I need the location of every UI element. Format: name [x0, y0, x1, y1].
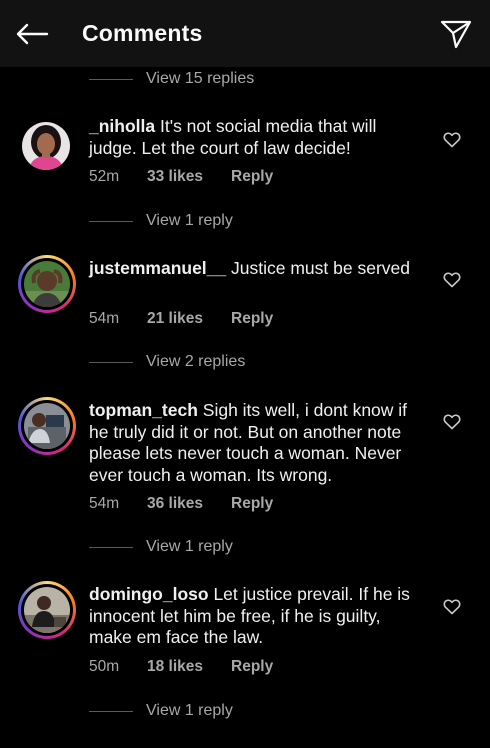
- comment-text: justemmanuel__ Justice must be served: [89, 258, 424, 280]
- arrow-left-icon: [16, 23, 49, 45]
- avatar[interactable]: [18, 255, 76, 313]
- view-replies-label: View 15 replies: [146, 70, 255, 87]
- avatar[interactable]: [18, 118, 76, 176]
- avatar[interactable]: [18, 581, 76, 639]
- view-replies-label: View 1 reply: [146, 538, 233, 555]
- comment-text: topman_tech Sigh its well, i dont know i…: [89, 400, 424, 486]
- page-title: Comments: [82, 20, 203, 46]
- reply-button[interactable]: Reply: [231, 495, 273, 513]
- likes-count[interactable]: 21 likes: [147, 310, 231, 328]
- comment-body: Justice must be served: [231, 258, 410, 278]
- view-replies-label: View 1 reply: [146, 702, 233, 719]
- like-button[interactable]: [441, 129, 463, 151]
- avatar-image: [22, 122, 70, 170]
- comment-username[interactable]: domingo_loso: [89, 584, 209, 604]
- heart-icon: [443, 132, 461, 148]
- heart-icon: [443, 414, 461, 430]
- heart-icon: [443, 272, 461, 288]
- comment-time: 54m: [89, 495, 120, 512]
- view-replies-label: View 2 replies: [146, 353, 246, 370]
- replies-divider: [89, 546, 133, 548]
- comment-text: _niholla It's not social media that will…: [89, 116, 424, 159]
- likes-count[interactable]: 18 likes: [147, 658, 231, 676]
- reply-button[interactable]: Reply: [231, 168, 273, 186]
- comment-username[interactable]: justemmanuel__: [89, 258, 226, 278]
- view-replies-link[interactable]: View 15 replies: [89, 69, 254, 89]
- avatar-image: [24, 587, 70, 633]
- back-button[interactable]: [10, 14, 54, 54]
- likes-count[interactable]: 33 likes: [147, 168, 231, 186]
- replies-divider: [89, 78, 133, 80]
- like-button[interactable]: [441, 269, 463, 291]
- comment-meta: 54m 21 likes Reply: [89, 310, 273, 328]
- comment-time: 54m: [89, 310, 120, 327]
- view-replies-link[interactable]: View 2 replies: [89, 352, 245, 372]
- comment-meta: 54m 36 likes Reply: [89, 495, 273, 513]
- likes-count[interactable]: 36 likes: [147, 495, 231, 513]
- view-replies-link[interactable]: View 1 reply: [89, 211, 233, 231]
- share-button[interactable]: [434, 12, 478, 56]
- like-button[interactable]: [441, 596, 463, 618]
- comments-header: Comments: [0, 0, 490, 67]
- replies-divider: [89, 710, 133, 712]
- comment-time: 52m: [89, 168, 120, 185]
- comment-meta: 50m 18 likes Reply: [89, 658, 273, 676]
- comment-text: domingo_loso Let justice prevail. If he …: [89, 584, 424, 649]
- paper-plane-icon: [440, 20, 472, 49]
- reply-button[interactable]: Reply: [231, 658, 273, 676]
- avatar[interactable]: [18, 397, 76, 455]
- avatar-image: [24, 261, 70, 307]
- view-replies-link[interactable]: View 1 reply: [89, 701, 233, 721]
- replies-divider: [89, 361, 133, 363]
- heart-icon: [443, 599, 461, 615]
- reply-button[interactable]: Reply: [231, 310, 273, 328]
- view-replies-label: View 1 reply: [146, 212, 233, 229]
- comment-username[interactable]: topman_tech: [89, 400, 198, 420]
- avatar-image: [24, 403, 70, 449]
- comment-time: 50m: [89, 658, 120, 675]
- comment-username[interactable]: _niholla: [89, 116, 155, 136]
- like-button[interactable]: [441, 411, 463, 433]
- comment-meta: 52m 33 likes Reply: [89, 168, 273, 186]
- view-replies-link[interactable]: View 1 reply: [89, 537, 233, 557]
- replies-divider: [89, 220, 133, 222]
